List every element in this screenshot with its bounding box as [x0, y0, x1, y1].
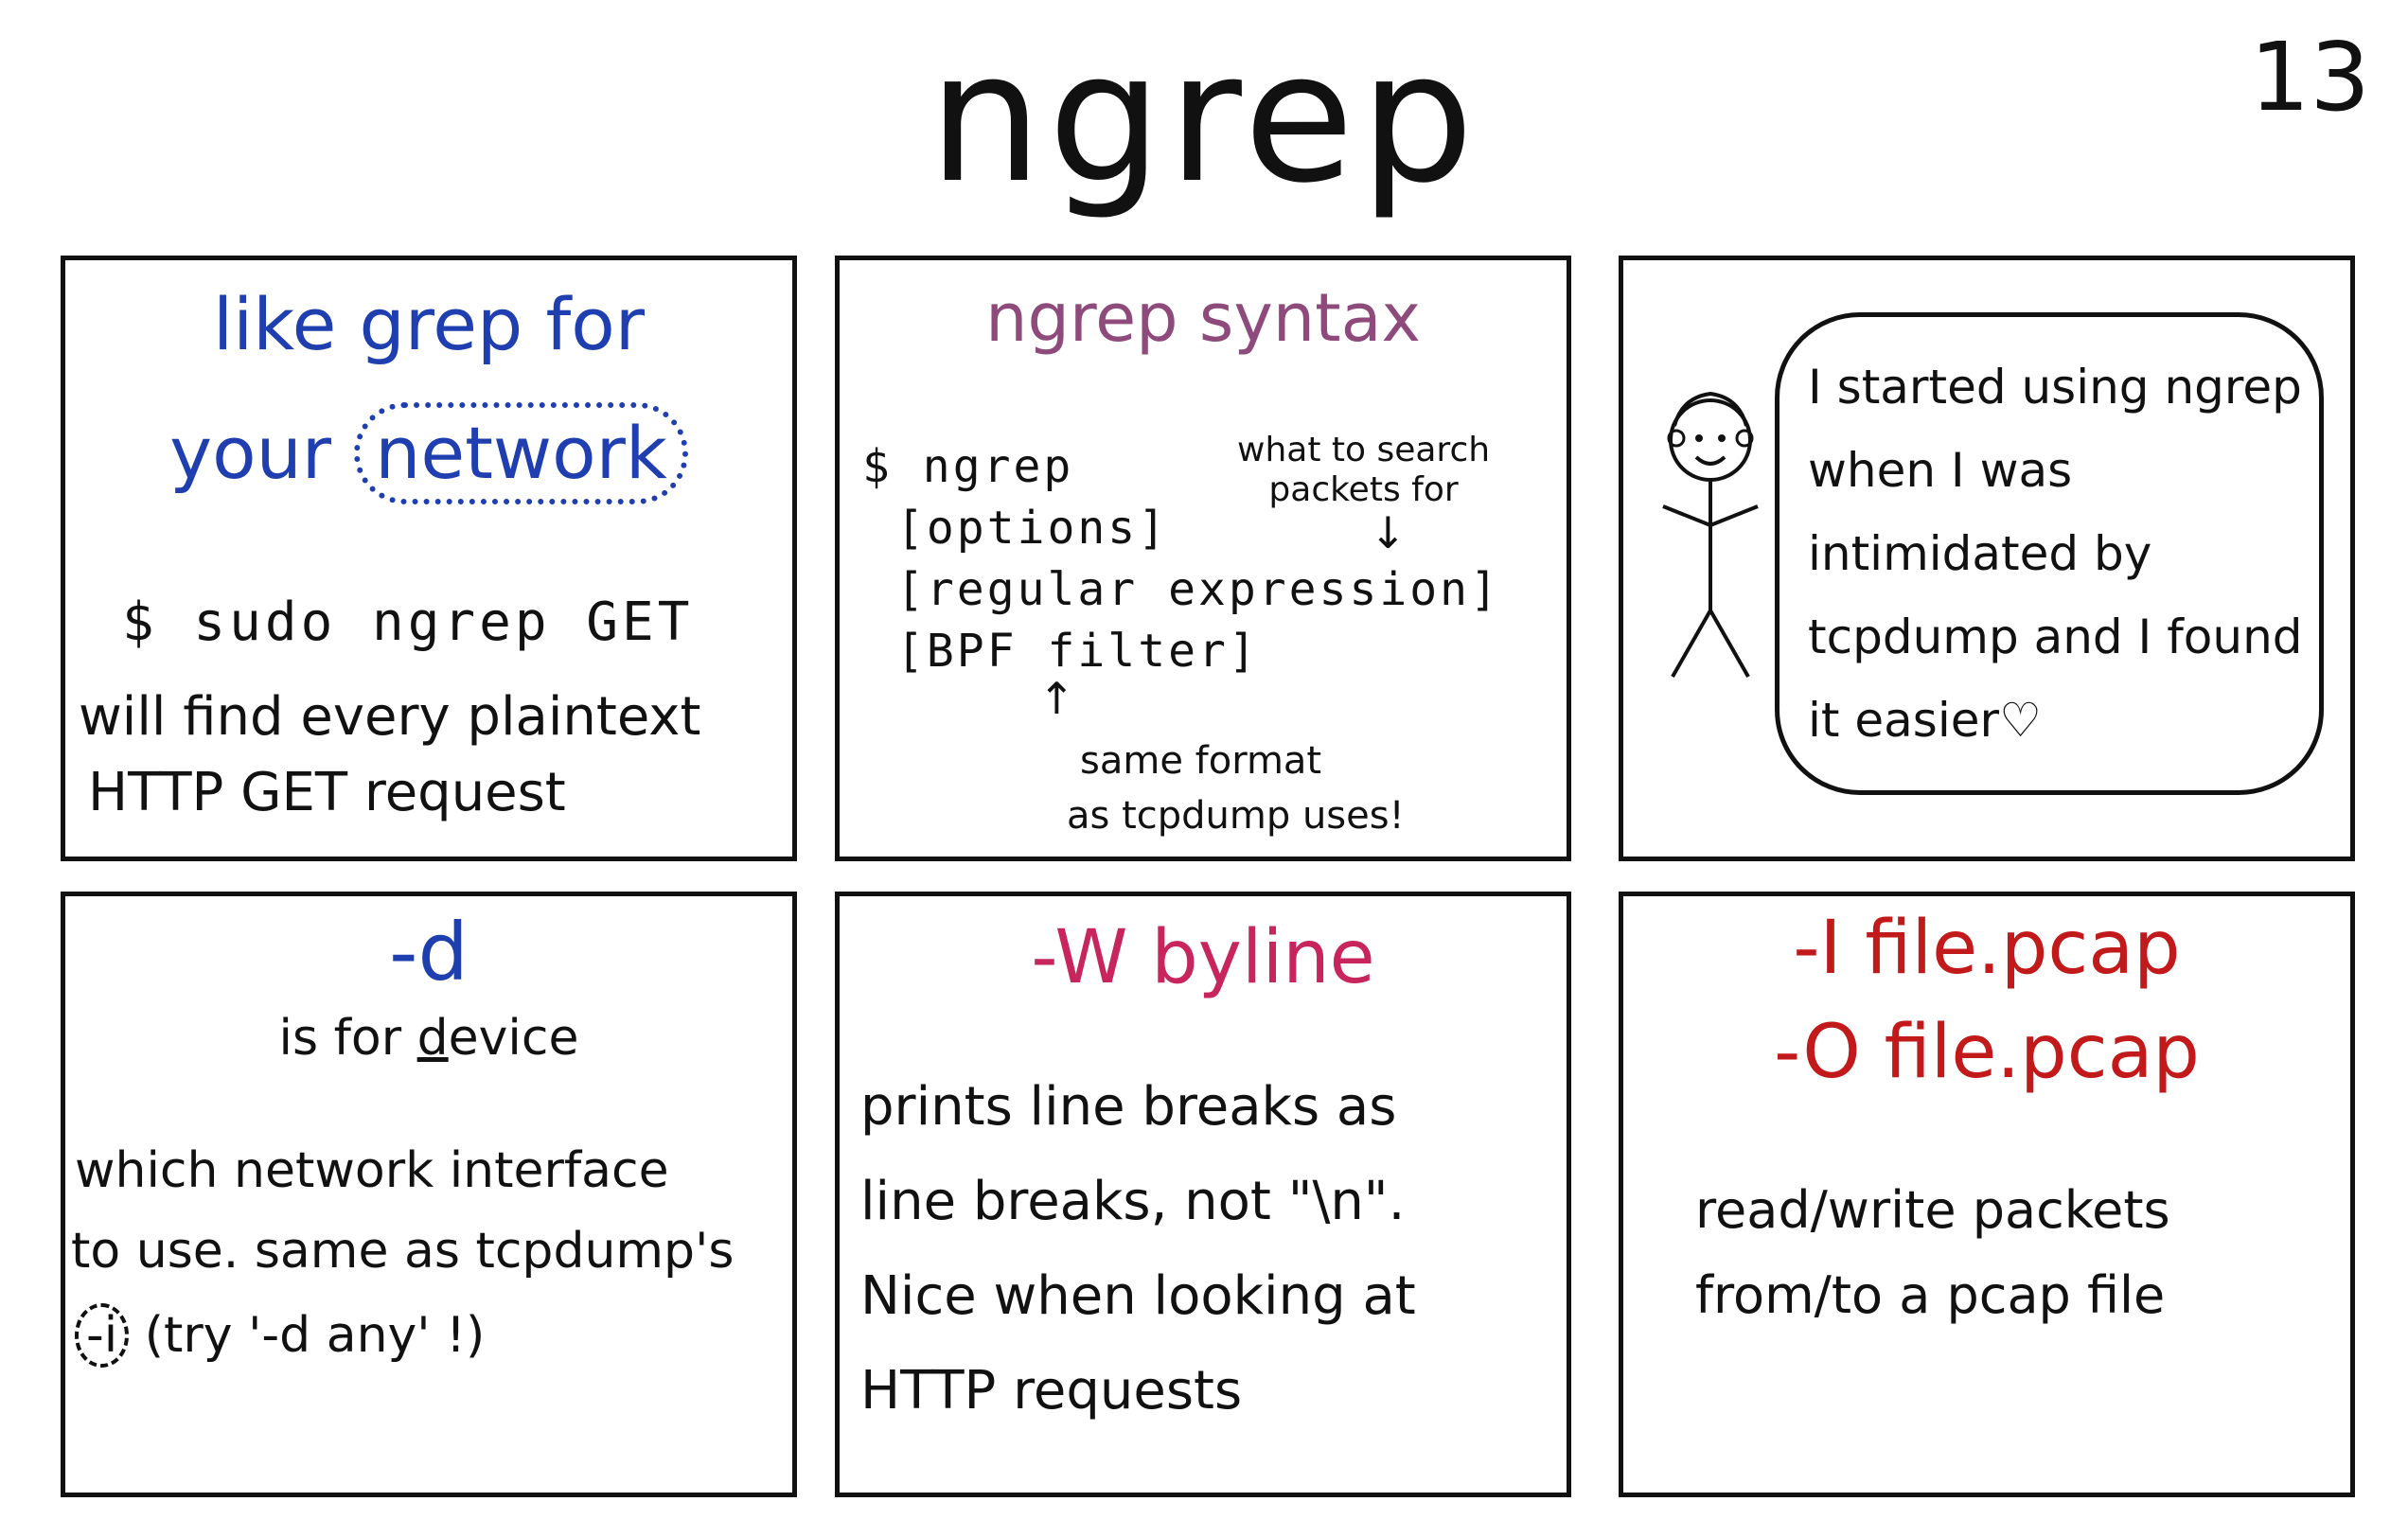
page-number: 13	[2249, 22, 2370, 132]
panel5-line4: HTTP requests	[860, 1360, 1243, 1422]
network-highlight: network	[354, 402, 688, 504]
annotation-bottom-line2: as tcpdump uses!	[1067, 794, 1405, 838]
panel-pcap: -I file.pcap -O file.pcap read/write pac…	[1619, 892, 2355, 1497]
panel1-heading-your: your	[169, 411, 332, 495]
panel4-description-line2: to use. same as tcpdump's	[71, 1223, 735, 1280]
panel4-sub-prefix: is for	[278, 1010, 417, 1067]
stick-figure-icon	[1662, 391, 1759, 678]
panel-device-flag: -d is for device which network interface…	[61, 892, 797, 1497]
panel2-heading: ngrep syntax	[985, 279, 1421, 357]
panel4-description-line3-rest: (try '-d any' !)	[144, 1307, 486, 1364]
panel6-line1: read/write packets	[1695, 1180, 2170, 1240]
panel4-flag-burst: -i	[75, 1303, 130, 1368]
syntax-line-options: [options]	[896, 502, 1169, 555]
panel6-heading-line1: -I file.pcap	[1793, 906, 2181, 991]
speech-bubble: I started using ngrep when I was intimid…	[1775, 312, 2324, 795]
speech-text: I started using ngrep when I was intimid…	[1808, 345, 2319, 762]
syntax-line-command: $ ngrep	[862, 440, 1074, 493]
panel-byline: -W byline prints line breaks as line bre…	[835, 892, 1571, 1497]
annotation-same-format: same format as tcpdump uses!	[1067, 733, 1405, 843]
panel1-description-line2: HTTP GET request	[88, 762, 566, 823]
panel1-heading-network: network	[375, 411, 667, 495]
panel4-sub-suffix: evice	[448, 1010, 579, 1067]
heart-icon: ♡	[1999, 693, 2042, 748]
panel5-line1: prints line breaks as	[860, 1076, 1397, 1138]
annotation-what-to-search: what to search packets for	[1237, 431, 1490, 510]
panel1-command: $ sudo ngrep GET	[122, 592, 694, 653]
panel4-description-line1: which network interface	[75, 1142, 669, 1199]
panel4-heading: -d	[389, 906, 469, 998]
panel5-heading: -W byline	[1031, 915, 1375, 1000]
panel1-description-line1: will find every plaintext	[79, 686, 701, 748]
page-title: ngrep	[928, 13, 1480, 222]
annotation-bottom-line1: same format	[1080, 739, 1322, 783]
panel1-heading-line1: like grep for	[213, 282, 645, 366]
speech-body: I started using ngrep when I was intimid…	[1808, 360, 2303, 748]
panel1-heading-line2: your network	[65, 402, 792, 504]
panel4-subheading: is for device	[65, 1010, 792, 1067]
syntax-line-regex: [regular expression]	[896, 563, 1500, 616]
syntax-line-bpf: [BPF filter]	[896, 625, 1259, 678]
arrow-up-icon: ↑	[1038, 673, 1075, 724]
arrow-down-icon: ↓	[1370, 507, 1407, 558]
panel6-line2: from/to a pcap file	[1695, 1265, 2166, 1325]
panel5-line3: Nice when looking at	[860, 1265, 1416, 1327]
panel-ngrep-syntax: ngrep syntax $ ngrep [options] [regular …	[835, 256, 1571, 861]
panel6-heading-line2: -O file.pcap	[1774, 1010, 2200, 1095]
panel-speech: I started using ngrep when I was intimid…	[1619, 256, 2355, 861]
panel5-line2: line breaks, not "\n".	[860, 1171, 1406, 1232]
panel4-sub-underlined: d	[416, 1010, 449, 1067]
annotation-top-line1: what to search	[1237, 431, 1491, 469]
panel-like-grep: like grep for your network $ sudo ngrep …	[61, 256, 797, 861]
annotation-top-line2: packets for	[1268, 470, 1459, 509]
panel4-description-line3: -i (try '-d any' !)	[75, 1303, 485, 1368]
